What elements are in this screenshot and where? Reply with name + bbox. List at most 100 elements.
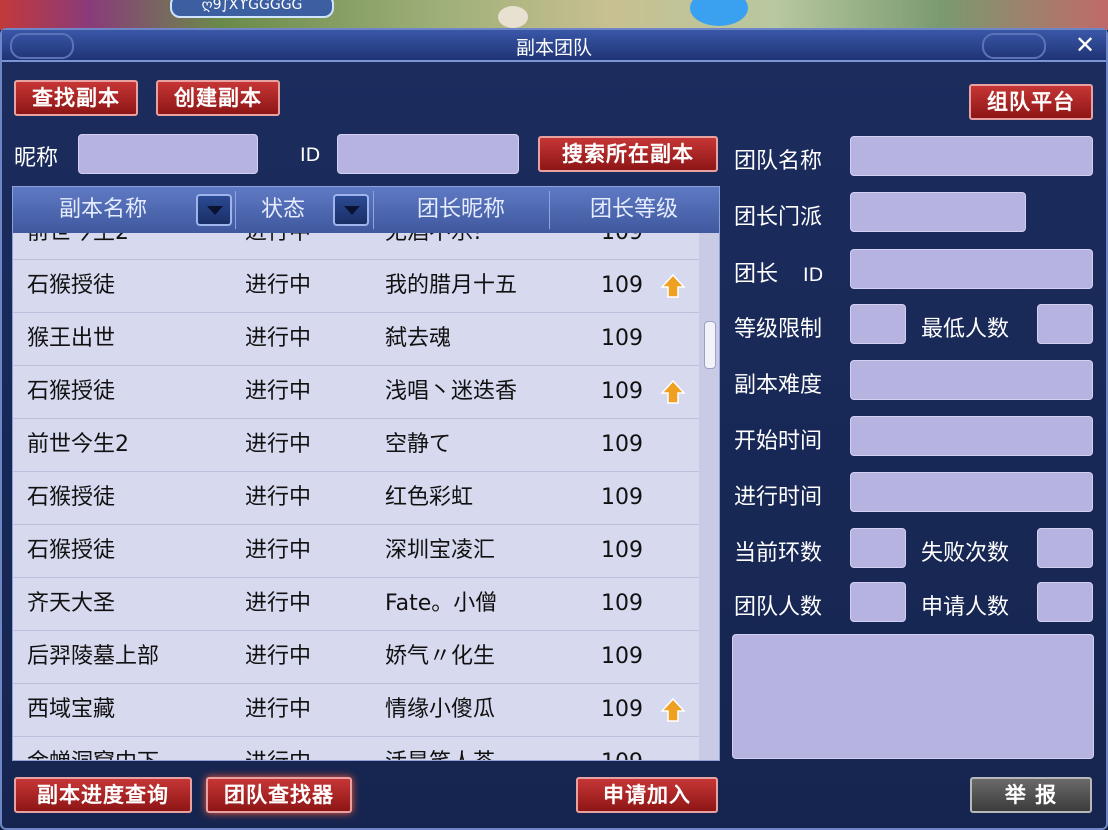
cell-dungeon-name: 西域宝藏	[27, 697, 116, 722]
table-body: 前世今生2 进行中 无酒不乐! 109 石猴授徒 进行中 我的腊月十五 109 …	[13, 233, 699, 760]
apply-join-button[interactable]: 申请加入	[576, 777, 718, 813]
table-row[interactable]: 前世今生2 进行中 空静て 109	[13, 419, 699, 472]
level-limit-label: 等级限制	[734, 317, 823, 342]
nickname-input[interactable]	[78, 134, 258, 174]
leader-id-field	[850, 249, 1093, 289]
team-platform-button[interactable]: 组队平台	[969, 84, 1093, 120]
table-row[interactable]: 石猴授徒 进行中 我的腊月十五 109	[13, 260, 699, 313]
table-row[interactable]: 齐天大圣 进行中 Fate。小僧 109	[13, 578, 699, 631]
cell-dungeon-name: 前世今生2	[27, 432, 129, 457]
cell-dungeon-name: 后羿陵墓上部	[27, 644, 160, 669]
hud-decoration	[690, 0, 748, 26]
team-size-label: 团队人数	[734, 595, 823, 620]
cell-leader-level: 109	[601, 591, 643, 616]
cell-leader-nickname: 我的腊月十五	[385, 273, 518, 298]
id-input[interactable]	[337, 134, 519, 174]
create-dungeon-button[interactable]: 创建副本	[156, 80, 280, 116]
cell-leader-level: 109	[601, 697, 643, 722]
cell-leader-nickname: 情缘小傻瓜	[385, 697, 496, 722]
cell-dungeon-name: 石猴授徒	[27, 273, 116, 298]
table-row[interactable]: 金蝉洞窟中下 进行中 活是笑人茶 109	[13, 737, 699, 760]
close-icon[interactable]: ✕	[1072, 32, 1098, 58]
cell-dungeon-name: 石猴授徒	[27, 379, 116, 404]
cell-status: 进行中	[245, 737, 311, 760]
elapsed-time-field	[850, 472, 1093, 512]
game-background-strip: ღ9∫ⅩϒGGGGG	[0, 0, 1108, 30]
team-name-label: 团队名称	[734, 149, 823, 174]
column-header-status: 状态	[260, 197, 305, 222]
cell-leader-level: 109	[601, 273, 643, 298]
min-members-field	[1037, 304, 1093, 344]
cell-status: 进行中	[245, 591, 312, 616]
cell-status: 进行中	[245, 233, 311, 259]
team-name-field	[850, 136, 1093, 176]
leader-id-label-text: 团长	[734, 262, 779, 287]
cell-status: 进行中	[245, 326, 312, 351]
fail-count-field	[1037, 528, 1093, 568]
table-row[interactable]: 后羿陵墓上部 进行中 娇气〃化生 109	[13, 631, 699, 684]
promotion-arrow-icon	[660, 379, 686, 404]
fail-count-label: 失败次数	[921, 541, 1010, 566]
cell-leader-level: 109	[601, 485, 643, 510]
nickname-label: 昵称	[14, 146, 59, 171]
cell-status: 进行中	[245, 273, 312, 298]
window-title: 副本团队	[515, 37, 592, 59]
table-header: 副本名称 状态 团长昵称 团长等级	[13, 187, 719, 233]
column-header-leader-nickname: 团长昵称	[416, 197, 505, 222]
current-round-field	[850, 528, 906, 568]
dungeon-name-dropdown-icon[interactable]	[196, 194, 232, 226]
cell-leader-level: 109	[601, 432, 643, 457]
cell-leader-level: 109	[601, 644, 643, 669]
team-finder-button[interactable]: 团队查找器	[206, 777, 352, 813]
column-header-dungeon-name: 副本名称	[58, 197, 147, 222]
cell-dungeon-name: 石猴授徒	[27, 485, 116, 510]
elapsed-time-label: 进行时间	[734, 485, 823, 510]
cell-leader-level: 109	[601, 737, 643, 760]
status-dropdown-icon[interactable]	[333, 194, 369, 226]
cell-leader-level: 109	[601, 233, 643, 259]
cell-dungeon-name: 前世今生2	[27, 233, 129, 259]
cell-status: 进行中	[245, 538, 312, 563]
search-dungeon-button[interactable]: 搜索所在副本	[538, 136, 718, 172]
cell-leader-nickname: 深圳宝凌汇	[385, 538, 496, 563]
leader-school-field	[850, 192, 1026, 232]
cell-leader-nickname: 活是笑人茶	[385, 737, 495, 760]
team-size-field	[850, 582, 906, 622]
cell-leader-nickname: 空静て	[385, 432, 452, 457]
cell-dungeon-name: 石猴授徒	[27, 538, 116, 563]
table-scrollbar[interactable]	[699, 233, 719, 760]
cell-leader-nickname: 红色彩虹	[385, 485, 474, 510]
promotion-arrow-icon	[660, 697, 686, 722]
cell-status: 进行中	[245, 697, 312, 722]
report-button[interactable]: 举 报	[970, 777, 1092, 813]
hud-badge: ღ9∫ⅩϒGGGGG	[170, 0, 334, 18]
find-dungeon-button[interactable]: 查找副本	[14, 80, 138, 116]
team-description-box	[732, 634, 1094, 759]
cell-status: 进行中	[245, 379, 312, 404]
level-limit-field	[850, 304, 906, 344]
leader-school-label: 团长门派	[734, 205, 823, 230]
current-round-label: 当前环数	[734, 541, 823, 566]
title-bar[interactable]: 副本团队 ✕	[2, 30, 1106, 62]
cell-leader-level: 109	[601, 326, 643, 351]
cell-leader-nickname: 浅唱丶迷迭香	[385, 379, 518, 404]
cell-leader-level: 109	[601, 538, 643, 563]
cell-status: 进行中	[245, 432, 312, 457]
dungeon-progress-button[interactable]: 副本进度查询	[14, 777, 192, 813]
min-members-label: 最低人数	[921, 317, 1010, 342]
table-row[interactable]: 石猴授徒 进行中 浅唱丶迷迭香 109	[13, 366, 699, 419]
table-row[interactable]: 石猴授徒 进行中 红色彩虹 109	[13, 472, 699, 525]
table-row[interactable]: 猴王出世 进行中 弑去魂 109	[13, 313, 699, 366]
table-row[interactable]: 前世今生2 进行中 无酒不乐! 109	[13, 233, 699, 260]
scrollbar-thumb[interactable]	[704, 321, 716, 369]
cell-leader-nickname: 无酒不乐!	[385, 233, 482, 259]
title-ornament-right	[982, 33, 1046, 59]
start-time-label: 开始时间	[734, 429, 823, 454]
id-label: ID	[300, 144, 321, 166]
cell-dungeon-name: 猴王出世	[27, 326, 116, 351]
dungeon-team-window: 副本团队 ✕ 查找副本 创建副本 组队平台 昵称 ID 搜索所在副本 副本名称 …	[0, 28, 1108, 830]
table-row[interactable]: 西域宝藏 进行中 情缘小傻瓜 109	[13, 684, 699, 737]
table-row[interactable]: 石猴授徒 进行中 深圳宝凌汇 109	[13, 525, 699, 578]
cell-dungeon-name: 金蝉洞窟中下	[27, 737, 159, 760]
cell-leader-level: 109	[601, 379, 643, 404]
